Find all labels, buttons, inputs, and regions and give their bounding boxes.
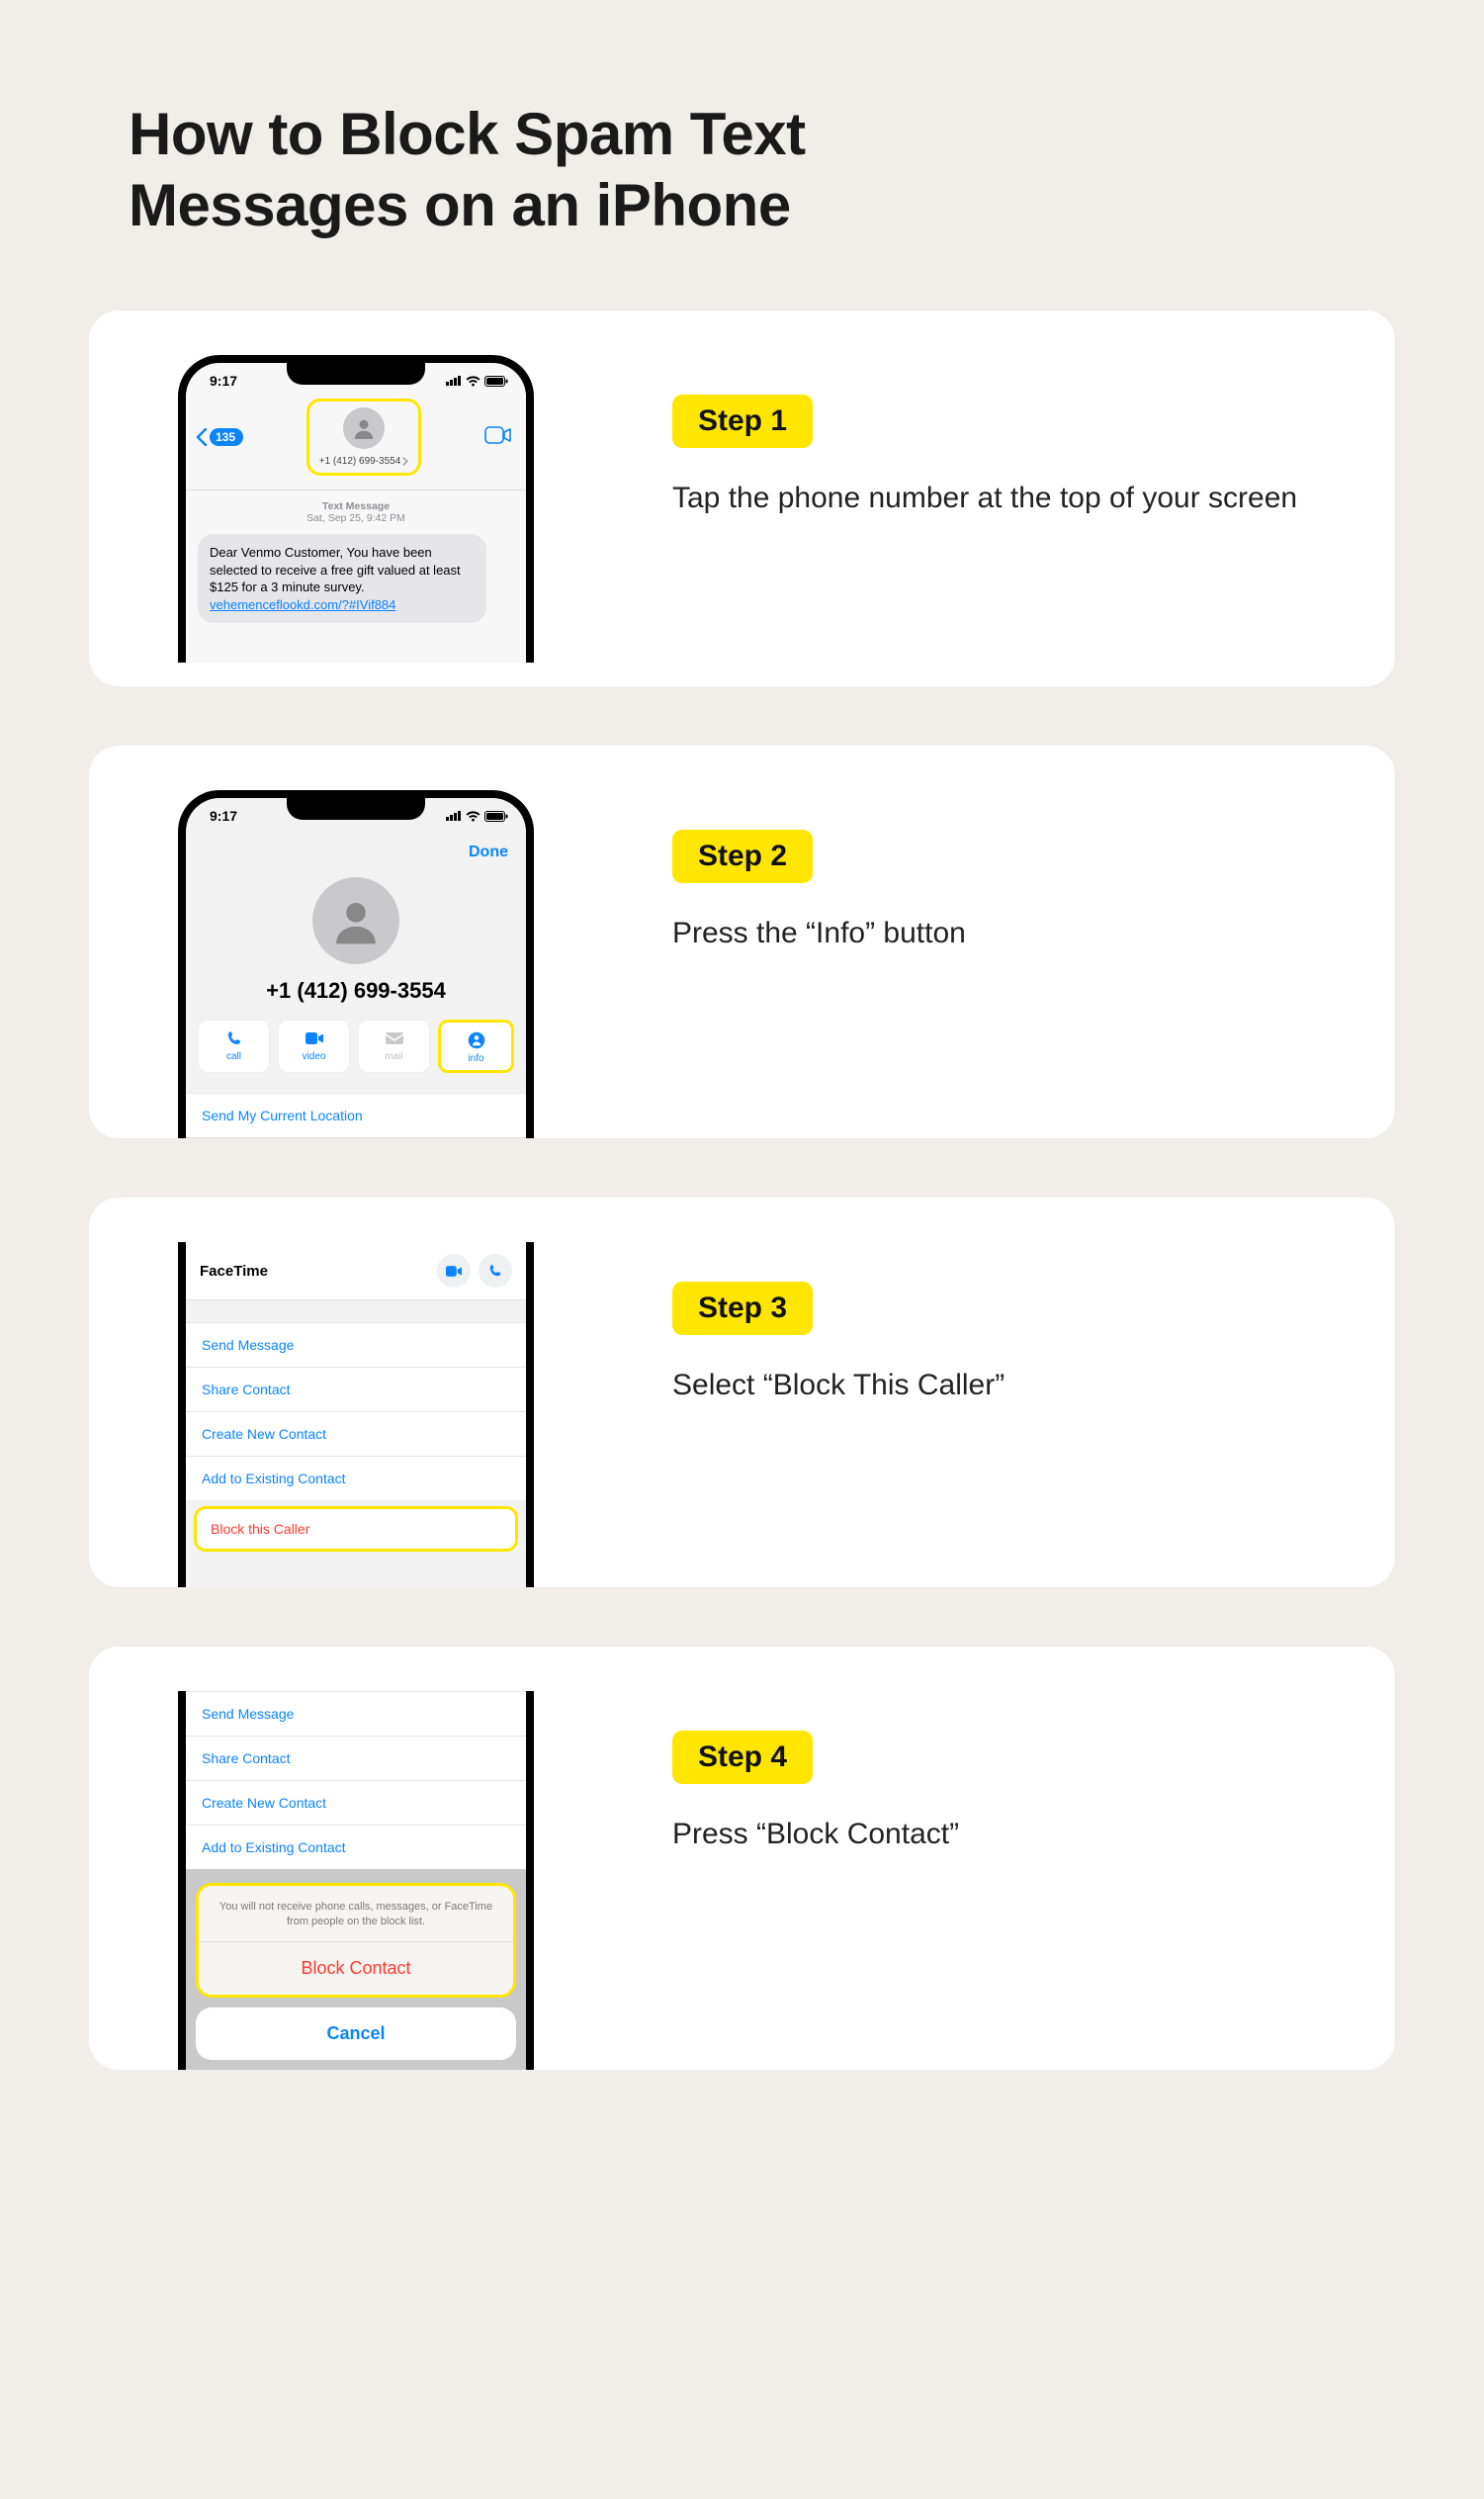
step-desc-1: Tap the phone number at the top of your … — [672, 478, 1336, 519]
step-badge-4: Step 4 — [672, 1731, 813, 1784]
battery-icon — [484, 811, 508, 822]
step-desc-3: Select “Block This Caller” — [672, 1365, 1336, 1406]
facetime-icon[interactable] — [484, 426, 512, 449]
spam-link[interactable]: vehemenceflookd.com/?#IVif884 — [210, 597, 395, 612]
cancel-button[interactable]: Cancel — [196, 2008, 516, 2060]
avatar-icon — [312, 877, 399, 964]
message-meta: Text Message Sat, Sep 25, 9:42 PM — [186, 491, 526, 530]
back-chevron-icon[interactable] — [196, 428, 208, 446]
facetime-row[interactable]: FaceTime — [186, 1242, 526, 1300]
info-button[interactable]: info — [438, 1020, 514, 1073]
block-contact-button[interactable]: Block Contact — [199, 1942, 513, 1995]
wifi-icon — [466, 376, 480, 387]
back-unread-pill[interactable]: 135 — [210, 428, 243, 446]
phone-mock-3: FaceTime Send Message Share Contact Crea… — [178, 1242, 534, 1587]
step-badge-1: Step 1 — [672, 395, 813, 448]
avatar-icon — [343, 407, 385, 449]
send-message-row[interactable]: Send Message — [186, 1322, 526, 1367]
phone-mock-1: 9:17 135 +1 (412) 69 — [178, 355, 534, 663]
contact-number-big: +1 (412) 699-3554 — [186, 978, 526, 1004]
status-time: 9:17 — [210, 373, 237, 389]
message-bubble[interactable]: Dear Venmo Customer, You have been selec… — [198, 534, 486, 623]
share-contact-row[interactable]: Share Contact — [186, 1367, 526, 1411]
block-caller-row[interactable]: Block this Caller — [194, 1506, 518, 1552]
status-bar: 9:17 — [186, 363, 526, 393]
send-message-row[interactable]: Send Message — [186, 1691, 526, 1736]
mail-icon — [359, 1028, 429, 1048]
step-card-4: Send Message Share Contact Create New Co… — [89, 1647, 1395, 2070]
mail-button: mail — [358, 1020, 430, 1073]
step-badge-2: Step 2 — [672, 830, 813, 883]
phone-icon — [199, 1028, 269, 1048]
notch — [287, 796, 425, 820]
step-card-1: 9:17 135 +1 (412) 69 — [89, 311, 1395, 686]
video-icon[interactable] — [437, 1254, 471, 1288]
add-existing-row[interactable]: Add to Existing Contact — [186, 1456, 526, 1500]
step-card-2: 9:17 Done +1 (412) 699-3554 call — [89, 746, 1395, 1138]
step-card-3: FaceTime Send Message Share Contact Crea… — [89, 1198, 1395, 1587]
status-bar: 9:17 — [186, 798, 526, 828]
info-icon — [441, 1030, 511, 1050]
block-action-sheet: You will not receive phone calls, messag… — [196, 1883, 516, 1998]
wifi-icon — [466, 811, 480, 822]
phone-mock-2: 9:17 Done +1 (412) 699-3554 call — [178, 790, 534, 1138]
battery-icon — [484, 376, 508, 387]
step-badge-3: Step 3 — [672, 1282, 813, 1335]
done-button[interactable]: Done — [469, 844, 508, 860]
page-title: How to Block Spam Text Messages on an iP… — [129, 99, 1018, 241]
phone-mock-4: Send Message Share Contact Create New Co… — [178, 1691, 534, 2070]
step-desc-4: Press “Block Contact” — [672, 1814, 1336, 1855]
chevron-right-icon — [402, 457, 408, 466]
status-time: 9:17 — [210, 808, 237, 824]
send-location-row[interactable]: Send My Current Location — [186, 1093, 526, 1138]
create-contact-row[interactable]: Create New Contact — [186, 1411, 526, 1456]
contact-number-small: +1 (412) 699-3554 — [319, 456, 409, 467]
notch — [287, 361, 425, 385]
signal-icon — [446, 811, 462, 821]
share-contact-row[interactable]: Share Contact — [186, 1736, 526, 1780]
step-desc-2: Press the “Info” button — [672, 913, 1336, 954]
contact-header-button[interactable]: +1 (412) 699-3554 — [306, 399, 422, 476]
signal-icon — [446, 376, 462, 386]
add-existing-row[interactable]: Add to Existing Contact — [186, 1825, 526, 1869]
sheet-message: You will not receive phone calls, messag… — [199, 1886, 513, 1942]
video-icon — [279, 1028, 349, 1048]
phone-icon[interactable] — [479, 1254, 512, 1288]
create-contact-row[interactable]: Create New Contact — [186, 1780, 526, 1825]
video-button[interactable]: video — [278, 1020, 350, 1073]
call-button[interactable]: call — [198, 1020, 270, 1073]
